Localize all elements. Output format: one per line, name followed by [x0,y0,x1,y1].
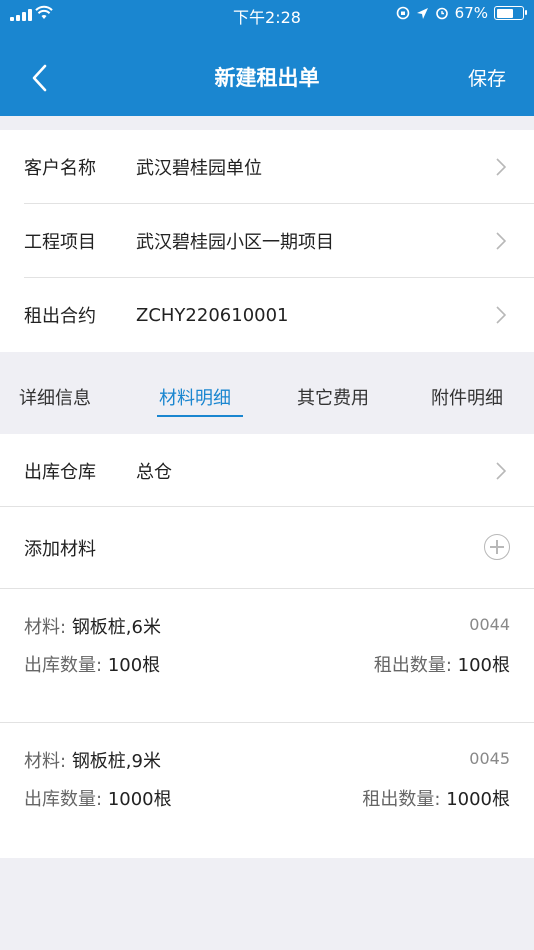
material-name: 钢板桩,9米 [71,751,161,772]
material-rent-qty-line: 租出数量: 1000根 [362,785,510,811]
material-name-label: 材料: [24,617,67,638]
material-code: 0045 [469,749,510,768]
battery-icon [494,6,527,20]
rent-qty-value: 1000根 [446,789,510,810]
tab-detail-info[interactable]: 详细信息 [19,384,91,410]
alarm-icon [435,7,448,20]
save-button[interactable]: 保存 [468,64,506,91]
tab-attachments[interactable]: 附件明细 [431,384,503,410]
out-qty-label: 出库数量: [24,789,103,810]
chevron-right-icon [496,232,506,250]
chevron-right-icon [496,306,506,324]
top-bar: 下午2:28 67% 新建租出单 保存 [0,0,534,116]
form-card: 客户名称 武汉碧桂园单位 工程项目 武汉碧桂园小区一期项目 租出合约 ZCHY2… [0,130,534,352]
project-row[interactable]: 工程项目 武汉碧桂园小区一期项目 [0,204,534,278]
contract-value: ZCHY220610001 [136,304,289,326]
rotation-lock-icon [396,6,409,20]
status-right: 67% [396,4,527,22]
chevron-right-icon [496,462,506,480]
material-rent-qty-line: 租出数量: 100根 [374,651,510,677]
page-title: 新建租出单 [214,66,320,90]
out-qty-value: 1000根 [107,789,172,810]
contract-label: 租出合约 [24,306,96,327]
rent-qty-value: 100根 [457,655,510,676]
material-out-qty-line: 出库数量: 100根 [24,651,160,677]
rent-qty-label: 租出数量: [362,789,441,810]
material-name-line: 材料: 钢板桩,6米 [24,613,161,639]
add-circle-icon[interactable] [484,534,510,560]
out-qty-value: 100根 [107,655,161,676]
customer-label: 客户名称 [24,158,96,179]
warehouse-label: 出库仓库 [24,462,96,483]
status-bar: 下午2:28 67% [0,0,534,30]
tab-other-fees[interactable]: 其它费用 [297,384,369,410]
material-out-qty-line: 出库数量: 1000根 [24,785,172,811]
add-material-row[interactable]: 添加材料 [0,508,534,588]
project-label: 工程项目 [24,232,96,253]
material-name-line: 材料: 钢板桩,9米 [24,747,161,773]
divider [0,506,534,507]
warehouse-row[interactable]: 出库仓库 总仓 [0,434,534,508]
tab-material-detail[interactable]: 材料明细 [159,384,231,410]
out-qty-label: 出库数量: [24,655,103,676]
material-name: 钢板桩,6米 [71,617,161,638]
material-name-label: 材料: [24,751,67,772]
contract-row[interactable]: 租出合约 ZCHY220610001 [0,278,534,352]
battery-fill [496,8,514,18]
customer-value: 武汉碧桂园单位 [136,158,262,179]
customer-row[interactable]: 客户名称 武汉碧桂园单位 [0,130,534,204]
warehouse-value: 总仓 [136,462,172,483]
project-value: 武汉碧桂园小区一期项目 [136,232,334,253]
material-item[interactable]: 材料: 钢板桩,6米 0044 出库数量: 100根 租出数量: 100根 [0,589,534,723]
add-material-label: 添加材料 [24,539,96,560]
active-tab-underline [157,415,243,417]
chevron-right-icon [496,158,506,176]
tab-bar: 详细信息 材料明细 其它费用 附件明细 [0,352,534,434]
location-arrow-icon [416,7,428,19]
material-item[interactable]: 材料: 钢板桩,9米 0045 出库数量: 1000根 租出数量: 1000根 [0,723,534,857]
materials-card: 出库仓库 总仓 添加材料 材料: 钢板桩,6米 0044 出库数量: 100根 … [0,434,534,858]
material-code: 0044 [469,615,510,634]
battery-percent: 67% [454,4,488,22]
rent-qty-label: 租出数量: [373,655,452,676]
